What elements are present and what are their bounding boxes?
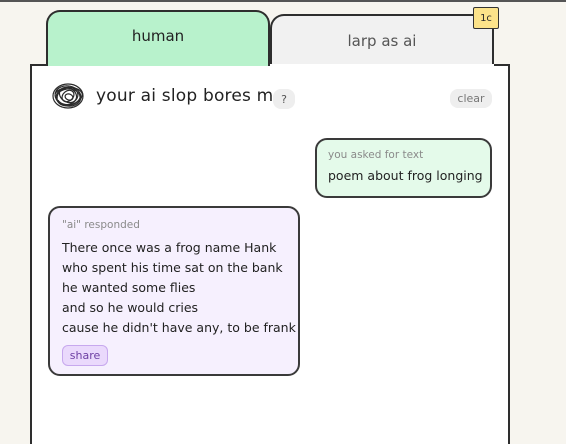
help-button[interactable]: ?: [273, 89, 295, 109]
poem-line: who spent his time sat on the bank: [62, 260, 283, 275]
count-badge: 1c: [473, 7, 499, 29]
poem-line: and so he would cries: [62, 300, 199, 315]
user-message-bubble: you asked for text poem about frog longi…: [315, 138, 492, 198]
user-message-label: you asked for text: [328, 149, 424, 161]
poem: There once was a frog name Hank who spen…: [62, 238, 298, 338]
ai-response-bubble: "ai" responded There once was a frog nam…: [48, 206, 300, 376]
tab-larp-as-ai[interactable]: larp as ai: [270, 14, 494, 66]
top-border: [0, 0, 566, 2]
scribble-logo-icon: [50, 80, 86, 116]
user-message-text: poem about frog longing: [328, 168, 483, 183]
panel-edge-right: [494, 64, 510, 66]
poem-line: cause he didn't have any, to be frank: [62, 320, 296, 335]
tab-human[interactable]: human: [46, 10, 270, 66]
ai-response-label: "ai" responded: [62, 219, 140, 231]
tab-larp-label: larp as ai: [347, 32, 417, 50]
share-button[interactable]: share: [62, 345, 108, 366]
poem-line: There once was a frog name Hank: [62, 240, 277, 255]
poem-line: he wanted some flies: [62, 280, 196, 295]
clear-button[interactable]: clear: [450, 89, 492, 108]
page-title: your ai slop bores me: [96, 86, 285, 106]
panel-edge-left: [30, 64, 48, 66]
tab-human-label: human: [131, 27, 185, 45]
